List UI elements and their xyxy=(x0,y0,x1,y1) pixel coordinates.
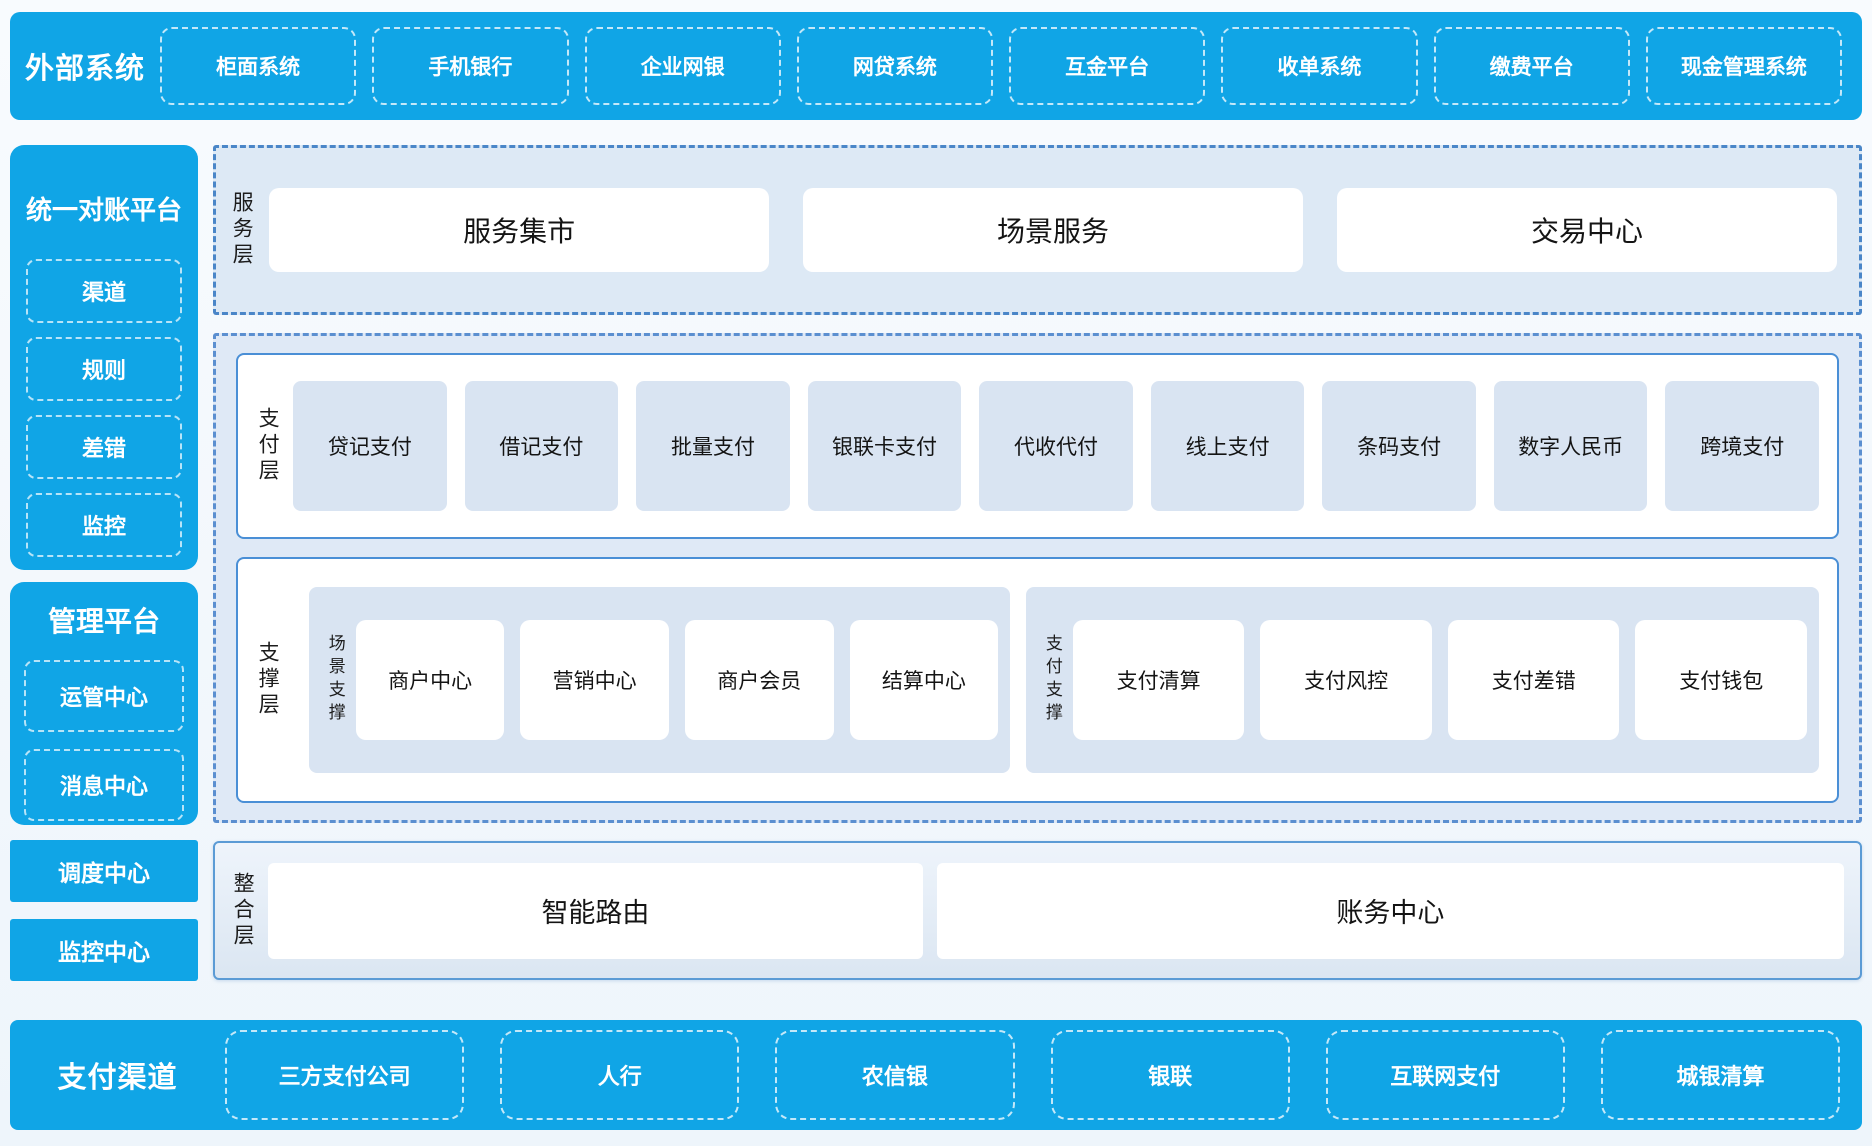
scene-support-node: 结算中心 xyxy=(850,620,999,740)
smart-routing-node: 智能路由 xyxy=(268,863,923,959)
reconciliation-platform-panel: 统一对账平台 渠道规则差错监控 xyxy=(10,145,198,570)
payment-support-node: 支付清算 xyxy=(1073,620,1245,740)
diagram-body: 统一对账平台 渠道规则差错监控 管理平台 运管中心消息中心 调度中心 监控中心 … xyxy=(10,145,1862,980)
integration-layer-items: 智能路由 账务中心 xyxy=(268,863,1844,959)
payment-channel-node: 银联 xyxy=(1051,1030,1290,1120)
reconciliation-items: 渠道规则差错监控 xyxy=(10,259,198,571)
payment-channels-title: 支付渠道 xyxy=(10,1054,225,1096)
support-layer-label: 支撑层 xyxy=(256,641,279,719)
service-node: 服务集市 xyxy=(269,188,769,272)
external-systems-title: 外部系统 xyxy=(10,45,160,87)
payment-node: 跨境支付 xyxy=(1665,381,1819,511)
external-system-node: 互金平台 xyxy=(1009,27,1205,105)
management-platform-title: 管理平台 xyxy=(12,600,196,640)
left-sidebar: 统一对账平台 渠道规则差错监控 管理平台 运管中心消息中心 调度中心 监控中心 xyxy=(10,145,198,980)
payment-node: 贷记支付 xyxy=(293,381,447,511)
payment-node: 借记支付 xyxy=(465,381,619,511)
payment-support-container: 支付层 贷记支付借记支付批量支付银联卡支付代收代付线上支付条码支付数字人民币跨境… xyxy=(213,333,1862,823)
reconciliation-node: 监控 xyxy=(26,493,182,557)
external-system-node: 网贷系统 xyxy=(797,27,993,105)
payment-channels-list: 三方支付公司人行农信银银联互联网支付城银清算 xyxy=(225,1030,1840,1120)
payment-channel-node: 农信银 xyxy=(775,1030,1014,1120)
payment-support-items: 支付清算支付风控支付差错支付钱包 xyxy=(1073,620,1807,740)
scene-support-label: 场景支撑 xyxy=(325,634,344,726)
service-node: 场景服务 xyxy=(803,188,1303,272)
payment-node: 批量支付 xyxy=(636,381,790,511)
payment-layer: 支付层 贷记支付借记支付批量支付银联卡支付代收代付线上支付条码支付数字人民币跨境… xyxy=(236,353,1839,539)
external-systems-bar: 外部系统 柜面系统手机银行企业网银网贷系统互金平台收单系统缴费平台现金管理系统 xyxy=(10,12,1862,120)
service-layer-items: 服务集市场景服务交易中心 xyxy=(269,188,1837,272)
service-layer-label: 服务层 xyxy=(230,191,253,269)
scene-support-node: 营销中心 xyxy=(520,620,669,740)
scene-support-items: 商户中心营销中心商户会员结算中心 xyxy=(356,620,998,740)
payment-support-node: 支付钱包 xyxy=(1635,620,1807,740)
external-system-node: 缴费平台 xyxy=(1434,27,1630,105)
payment-layer-items: 贷记支付借记支付批量支付银联卡支付代收代付线上支付条码支付数字人民币跨境支付 xyxy=(293,381,1819,511)
payment-node: 银联卡支付 xyxy=(808,381,962,511)
reconciliation-node: 渠道 xyxy=(26,259,182,323)
payment-channel-node: 三方支付公司 xyxy=(225,1030,464,1120)
payment-node: 代收代付 xyxy=(979,381,1133,511)
payment-support-node: 支付风控 xyxy=(1260,620,1432,740)
payment-support-node: 支付差错 xyxy=(1448,620,1620,740)
payment-channel-node: 城银清算 xyxy=(1601,1030,1840,1120)
accounting-center-node: 账务中心 xyxy=(937,863,1844,959)
external-system-node: 收单系统 xyxy=(1221,27,1417,105)
reconciliation-platform-title: 统一对账平台 xyxy=(12,190,196,227)
integration-layer: 整合层 智能路由 账务中心 xyxy=(213,841,1862,980)
external-system-node: 柜面系统 xyxy=(160,27,356,105)
management-node: 运管中心 xyxy=(24,660,184,732)
payment-channel-node: 人行 xyxy=(500,1030,739,1120)
external-system-node: 企业网银 xyxy=(585,27,781,105)
external-systems-list: 柜面系统手机银行企业网银网贷系统互金平台收单系统缴费平台现金管理系统 xyxy=(160,27,1842,105)
management-node: 消息中心 xyxy=(24,749,184,821)
scene-support-group: 场景支撑 商户中心营销中心商户会员结算中心 xyxy=(309,587,1010,773)
payment-channels-bar: 支付渠道 三方支付公司人行农信银银联互联网支付城银清算 xyxy=(10,1020,1862,1130)
service-node: 交易中心 xyxy=(1337,188,1837,272)
reconciliation-node: 差错 xyxy=(26,415,182,479)
external-system-node: 现金管理系统 xyxy=(1646,27,1842,105)
external-system-node: 手机银行 xyxy=(372,27,568,105)
scene-support-node: 商户中心 xyxy=(356,620,505,740)
service-layer: 服务层 服务集市场景服务交易中心 xyxy=(213,145,1862,315)
reconciliation-node: 规则 xyxy=(26,337,182,401)
management-platform-panel: 管理平台 运管中心消息中心 xyxy=(10,582,198,825)
payment-node: 数字人民币 xyxy=(1494,381,1648,511)
management-items: 运管中心消息中心 xyxy=(10,660,198,838)
payment-support-group: 支付支撑 支付清算支付风控支付差错支付钱包 xyxy=(1026,587,1819,773)
payment-support-label: 支付支撑 xyxy=(1042,634,1061,726)
scene-support-node: 商户会员 xyxy=(685,620,834,740)
payment-node: 条码支付 xyxy=(1322,381,1476,511)
dispatch-center-box: 调度中心 xyxy=(10,840,198,902)
payment-channel-node: 互联网支付 xyxy=(1326,1030,1565,1120)
layer-stack: 服务层 服务集市场景服务交易中心 支付层 贷记支付借记支付批量支付银联卡支付代收… xyxy=(213,145,1862,980)
integration-layer-label: 整合层 xyxy=(231,872,254,950)
payment-architecture-diagram: 外部系统 柜面系统手机银行企业网银网贷系统互金平台收单系统缴费平台现金管理系统 … xyxy=(0,0,1872,1146)
payment-layer-label: 支付层 xyxy=(256,407,279,485)
payment-node: 线上支付 xyxy=(1151,381,1305,511)
monitor-center-box: 监控中心 xyxy=(10,919,198,981)
support-layer: 支撑层 场景支撑 商户中心营销中心商户会员结算中心 支付支撑 支付清算支付风控支… xyxy=(236,557,1839,803)
